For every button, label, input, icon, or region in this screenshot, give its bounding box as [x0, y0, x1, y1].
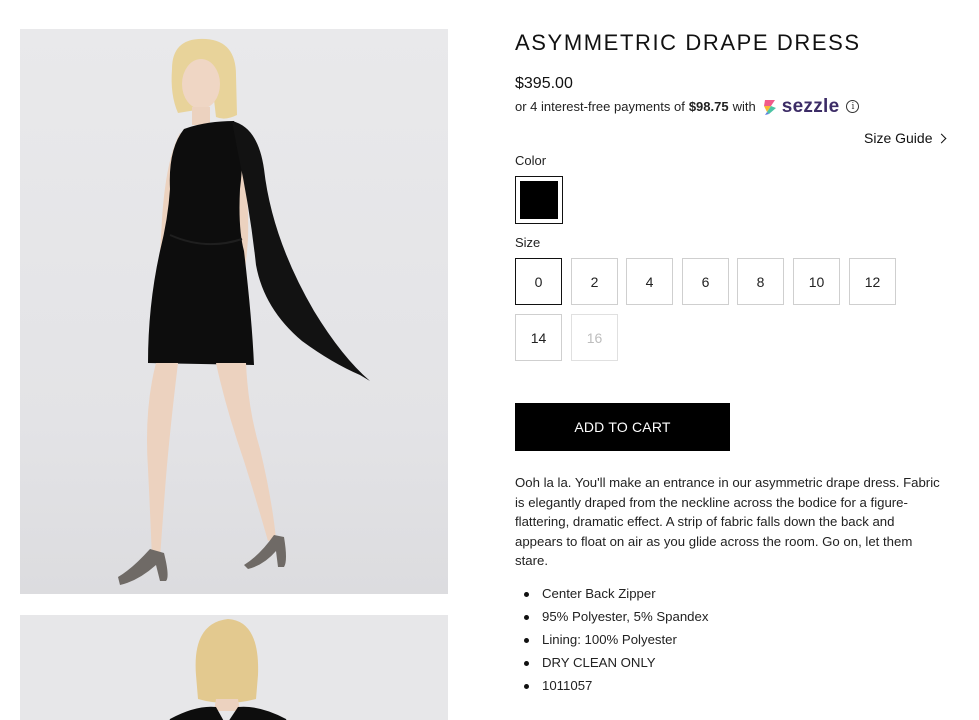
sezzle-mark-icon [763, 99, 776, 115]
product-title: ASYMMETRIC DRAPE DRESS [515, 30, 861, 55]
product-description: Ooh la la. You'll make an entrance in ou… [515, 475, 940, 569]
add-to-cart-button[interactable]: ADD TO CART [515, 403, 730, 451]
size-option-10[interactable]: 10 [793, 258, 840, 305]
size-label: Size [515, 235, 541, 250]
size-option-16[interactable]: 16 [571, 314, 618, 361]
installment-amount: $98.75 [688, 99, 729, 114]
installment-prefix: or 4 interest-free payments of [515, 99, 685, 114]
size-option-14[interactable]: 14 [515, 314, 562, 361]
chevron-right-icon [937, 133, 947, 143]
size-option-4[interactable]: 4 [626, 258, 673, 305]
size-guide-label: Size Guide [864, 130, 933, 146]
product-price: $395.00 [515, 75, 573, 92]
sezzle-logo[interactable]: sezzle [761, 97, 840, 116]
info-icon[interactable]: i [846, 100, 860, 113]
size-option-0[interactable]: 0 [515, 258, 562, 305]
product-image-front[interactable] [20, 29, 448, 594]
installment-with: with [732, 99, 756, 114]
feature-item: Center Back Zipper [524, 585, 708, 608]
size-option-12[interactable]: 12 [849, 258, 896, 305]
model-back-illustration [169, 619, 287, 720]
size-option-2[interactable]: 2 [571, 258, 618, 305]
feature-item: Lining: 100% Polyester [524, 631, 708, 654]
feature-item: 95% Polyester, 5% Spandex [524, 608, 708, 631]
feature-list: Center Back Zipper 95% Polyester, 5% Spa… [524, 585, 708, 700]
size-option-8[interactable]: 8 [737, 258, 784, 305]
feature-item: DRY CLEAN ONLY [524, 654, 708, 677]
installment-info: or 4 interest-free payments of $98.75 wi… [515, 97, 860, 116]
color-label: Color [515, 153, 547, 168]
sezzle-wordmark: sezzle [781, 96, 840, 117]
product-image-back[interactable] [20, 615, 448, 720]
color-swatch-black[interactable] [515, 176, 563, 224]
feature-item: 1011057 [524, 677, 708, 700]
size-guide-link[interactable]: Size Guide [864, 130, 947, 146]
swatch-fill [520, 181, 558, 219]
size-option-6[interactable]: 6 [682, 258, 729, 305]
model-front-illustration [118, 38, 370, 585]
